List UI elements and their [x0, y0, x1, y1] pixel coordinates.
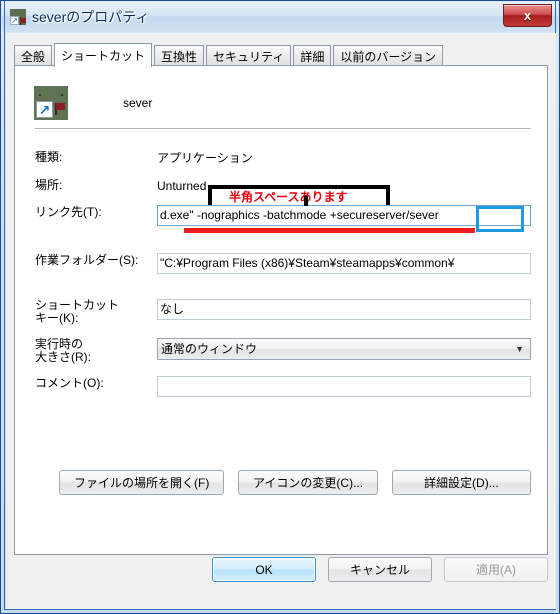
tab-compatibility[interactable]: 互換性: [154, 45, 205, 66]
advanced-button[interactable]: 詳細設定(D)...: [391, 470, 532, 495]
comment-label: コメント(O):: [35, 376, 104, 390]
icon-dot-right: [61, 94, 63, 96]
flag-icon-large: [56, 103, 65, 110]
runsize-label: 実行時の 大きさ(R):: [35, 338, 157, 364]
shortcut-action-buttons: ファイルの場所を開く(F) アイコンの変更(C)... 詳細設定(D)...: [59, 470, 532, 495]
type-value: アプリケーション: [157, 151, 253, 165]
chevron-down-icon: ▼: [515, 344, 524, 354]
apply-button[interactable]: 適用(A): [444, 557, 548, 582]
header-separator: [35, 128, 531, 132]
field-row-workdir: 作業フォルダー(S): "C:¥Program Files (x86)¥Stea…: [35, 253, 531, 274]
field-row-location: 場所: Unturned: [35, 178, 531, 194]
field-row-type: 種類: アプリケーション: [35, 150, 531, 166]
tab-general[interactable]: 全般: [14, 45, 53, 66]
app-header-row: ↗ sever: [35, 80, 531, 126]
properties-dialog-window: ↗ severのプロパティ x 全般 ショートカット 互換性 セキュリティ 詳細…: [0, 0, 560, 614]
shortcut-arrow-icon-large: ↗: [38, 102, 51, 118]
ok-button[interactable]: OK: [212, 557, 316, 582]
field-row-comment: コメント(O):: [35, 376, 531, 397]
tab-page-shortcut: ↗ sever 種類: アプリケーション 場所: Unturned リンク先(T…: [14, 65, 548, 555]
field-row-hotkey: ショートカット キー(K): なし: [35, 299, 531, 325]
runsize-value: 通常のウィンドウ: [161, 342, 258, 356]
location-label: 場所:: [35, 178, 63, 192]
tab-details[interactable]: 詳細: [293, 45, 332, 66]
icon-dot-left: [39, 94, 41, 96]
open-file-location-button[interactable]: ファイルの場所を開く(F): [59, 470, 225, 495]
runsize-select[interactable]: 通常のウィンドウ ▼: [157, 338, 531, 360]
tab-strip: 全般 ショートカット 互換性 セキュリティ 詳細 以前のバージョン: [14, 42, 548, 67]
target-label: リンク先(T):: [35, 205, 102, 219]
cancel-button[interactable]: キャンセル: [328, 557, 432, 582]
target-input[interactable]: d.exe" -nographics -batchmode +secureser…: [157, 205, 531, 226]
dialog-buttons: OK キャンセル 適用(A): [6, 557, 556, 599]
shortcut-app-icon-large[interactable]: ↗: [35, 87, 67, 119]
workdir-label: 作業フォルダー(S):: [35, 253, 139, 267]
workdir-input[interactable]: "C:¥Program Files (x86)¥Steam¥steamapps¥…: [157, 253, 531, 274]
location-value: Unturned: [157, 179, 207, 193]
comment-input[interactable]: [157, 376, 531, 397]
app-name-label: sever: [123, 96, 153, 110]
field-row-target: リンク先(T): d.exe" -nographics -batchmode +…: [35, 205, 531, 226]
dialog-body: 全般 ショートカット 互換性 セキュリティ 詳細 以前のバージョン ↗ seve…: [6, 33, 556, 609]
type-label: 種類:: [35, 150, 63, 164]
tab-security[interactable]: セキュリティ: [206, 45, 292, 66]
change-icon-button[interactable]: アイコンの変更(C)...: [238, 470, 378, 495]
hotkey-label-line2: キー(K):: [35, 311, 79, 325]
hotkey-label: ショートカット キー(K):: [35, 299, 157, 325]
field-row-runsize: 実行時の 大きさ(R): 通常のウィンドウ ▼: [35, 338, 531, 364]
tab-shortcut[interactable]: ショートカット: [54, 43, 153, 67]
hotkey-input[interactable]: なし: [157, 299, 531, 320]
tab-previous-versions[interactable]: 以前のバージョン: [333, 45, 444, 66]
runsize-label-line2: 大きさ(R):: [35, 350, 91, 364]
